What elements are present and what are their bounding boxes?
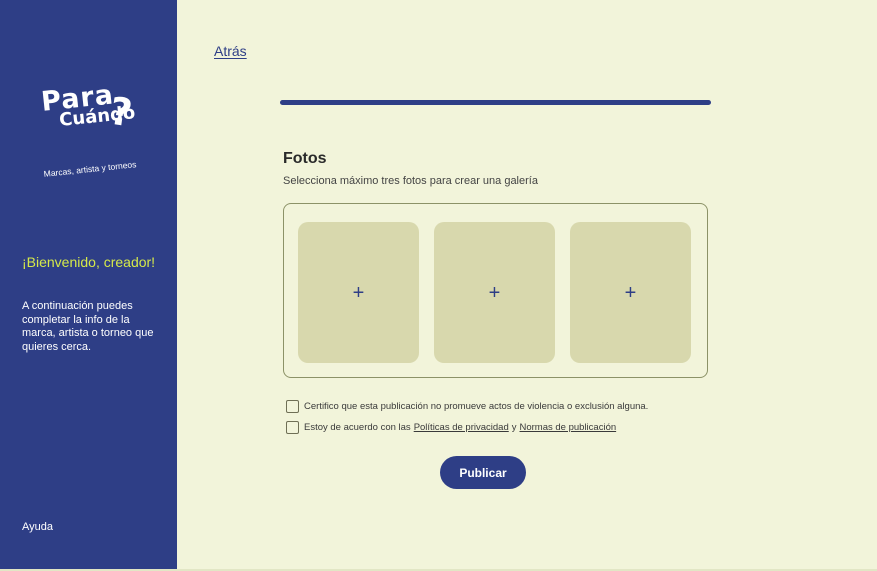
logo-tagline: Marcas, artista y torneos	[43, 159, 137, 179]
certify-label: Certifico que esta publicación no promue…	[304, 401, 649, 412]
back-link[interactable]: Atrás	[214, 43, 247, 59]
terms-row: Estoy de acuerdo con las Políticas de pr…	[286, 421, 616, 434]
plus-icon: +	[488, 281, 501, 304]
logo-question-mark: ?	[107, 88, 136, 136]
photo-gallery: + + +	[283, 203, 708, 378]
privacy-policy-link[interactable]: Políticas de privacidad	[414, 422, 509, 433]
certify-checkbox[interactable]	[286, 400, 299, 413]
terms-and: y	[511, 422, 517, 433]
publication-rules-link[interactable]: Normas de publicación	[520, 422, 617, 433]
progress-bar	[280, 100, 711, 105]
sidebar: Para Cuándo ? Marcas, artista y torneos …	[0, 0, 177, 571]
welcome-heading: ¡Bienvenido, creador!	[22, 254, 156, 270]
plus-icon: +	[352, 281, 365, 304]
terms-prefix: Estoy de acuerdo con las	[304, 422, 411, 433]
certify-row: Certifico que esta publicación no promue…	[286, 400, 648, 413]
photo-slot-3[interactable]: +	[570, 222, 691, 363]
photo-slot-2[interactable]: +	[434, 222, 555, 363]
welcome-description: A continuación puedes completar la info …	[22, 300, 154, 353]
plus-icon: +	[624, 281, 637, 304]
terms-checkbox[interactable]	[286, 421, 299, 434]
brand-logo: Para Cuándo ? Marcas, artista y torneos	[30, 79, 150, 186]
photos-title: Fotos	[283, 150, 327, 167]
publish-button[interactable]: Publicar	[440, 456, 526, 489]
photos-subtitle: Selecciona máximo tres fotos para crear …	[283, 175, 538, 187]
photo-slot-1[interactable]: +	[298, 222, 419, 363]
help-link[interactable]: Ayuda	[22, 521, 53, 533]
